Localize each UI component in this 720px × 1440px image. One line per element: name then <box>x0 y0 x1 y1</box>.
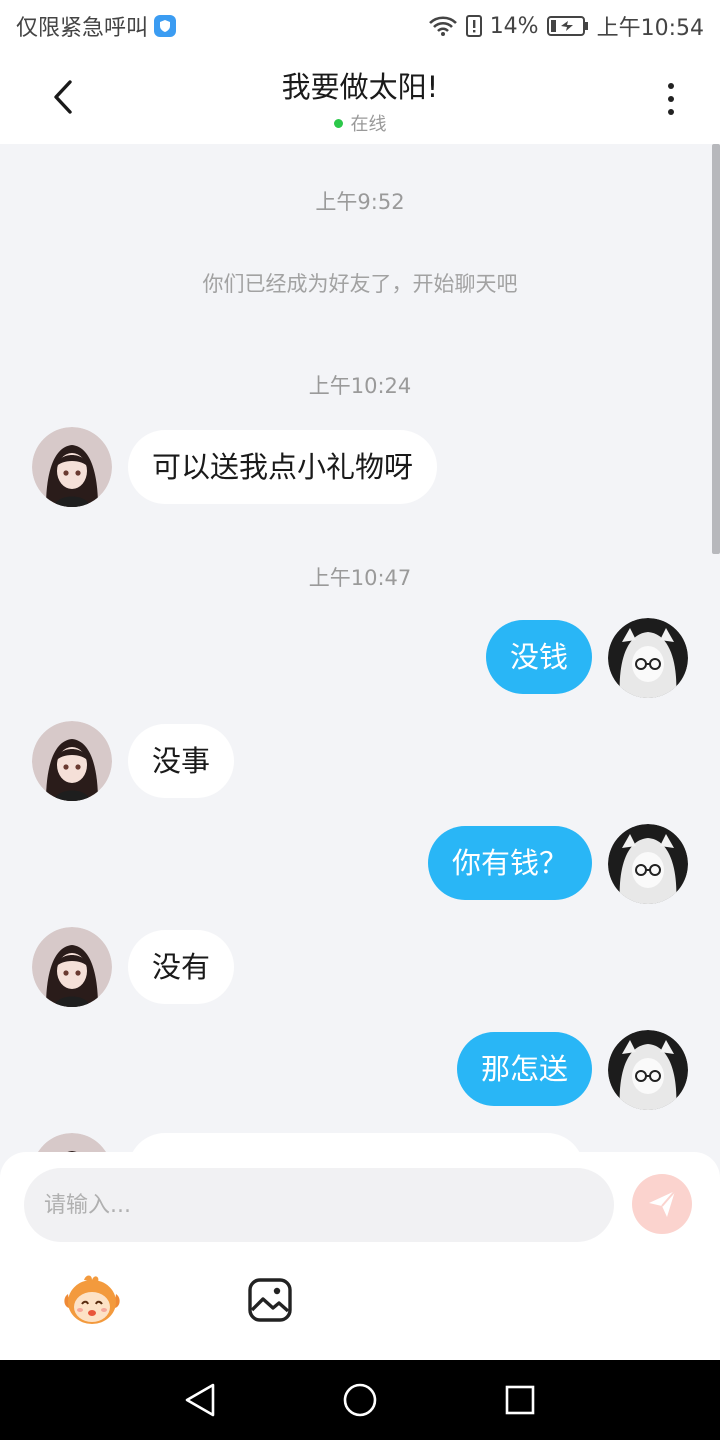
battery-percent: 14% <box>489 13 539 39</box>
title-wrap: 我要做太阳! 在线 <box>0 64 720 136</box>
outgoing-message[interactable]: 那怎送 <box>456 1032 592 1106</box>
emoji-button[interactable] <box>62 1272 122 1328</box>
input-panel <box>0 1152 720 1360</box>
send-button[interactable] <box>632 1174 692 1234</box>
incoming-message-partial[interactable] <box>128 1133 584 1154</box>
contact-avatar[interactable] <box>32 927 112 1007</box>
more-dot <box>668 96 674 102</box>
system-message: 你们已经成为好友了，开始聊天吧 <box>202 272 518 296</box>
message-input[interactable] <box>24 1168 614 1242</box>
contact-avatar[interactable] <box>32 1133 112 1154</box>
chat-header: 我要做太阳! 在线 <box>0 52 720 144</box>
carrier-text: 仅限紧急呼叫 <box>16 16 149 41</box>
incoming-message[interactable]: 没有 <box>128 930 235 1004</box>
incoming-message[interactable]: 没事 <box>128 724 235 798</box>
emoji-mascot-icon <box>64 1275 120 1324</box>
system-navbar <box>0 1360 720 1440</box>
status-left: 仅限紧急呼叫 <box>16 10 177 42</box>
nav-back-button[interactable] <box>180 1380 220 1420</box>
battery-icon <box>546 15 589 37</box>
clock: 上午10:54 <box>596 16 704 41</box>
timestamp: 上午9:52 <box>315 190 405 214</box>
send-icon <box>649 1190 676 1217</box>
contact-name: 我要做太阳! <box>281 70 439 104</box>
user-avatar[interactable] <box>608 1030 688 1110</box>
image-icon <box>248 1278 292 1322</box>
chat-scrollbar[interactable] <box>712 144 720 554</box>
timestamp: 上午10:24 <box>308 374 412 398</box>
nav-home-button[interactable] <box>340 1380 380 1420</box>
user-avatar[interactable] <box>608 824 688 904</box>
nav-back-icon <box>185 1383 215 1417</box>
online-status: 在线 <box>333 110 387 136</box>
chat-area[interactable]: 上午9:52 你们已经成为好友了，开始聊天吧 上午10:24 可以送我点小礼物呀… <box>0 144 720 1154</box>
image-button[interactable] <box>246 1276 294 1324</box>
more-dot <box>668 109 674 115</box>
status-right: 14% 上午10:54 <box>428 10 704 42</box>
online-status-text: 在线 <box>350 114 387 135</box>
nav-recents-icon <box>505 1385 535 1415</box>
more-button[interactable] <box>648 76 694 122</box>
wifi-icon <box>428 15 458 37</box>
contact-avatar[interactable] <box>32 721 112 801</box>
nav-home-icon <box>343 1383 377 1417</box>
incoming-message[interactable]: 可以送我点小礼物呀 <box>128 430 438 504</box>
more-vertical-icon <box>668 83 674 89</box>
timestamp: 上午10:47 <box>308 566 412 590</box>
status-bar: 仅限紧急呼叫 14% 上午10:54 <box>0 0 720 52</box>
shield-icon <box>154 15 177 37</box>
user-avatar[interactable] <box>608 618 688 698</box>
online-dot-icon <box>333 118 343 128</box>
outgoing-message[interactable]: 你有钱？ <box>427 826 592 900</box>
contact-avatar[interactable] <box>32 427 112 507</box>
outgoing-message[interactable]: 没钱 <box>485 620 592 694</box>
nav-recents-button[interactable] <box>500 1380 540 1420</box>
sim-alert-icon <box>465 15 482 37</box>
